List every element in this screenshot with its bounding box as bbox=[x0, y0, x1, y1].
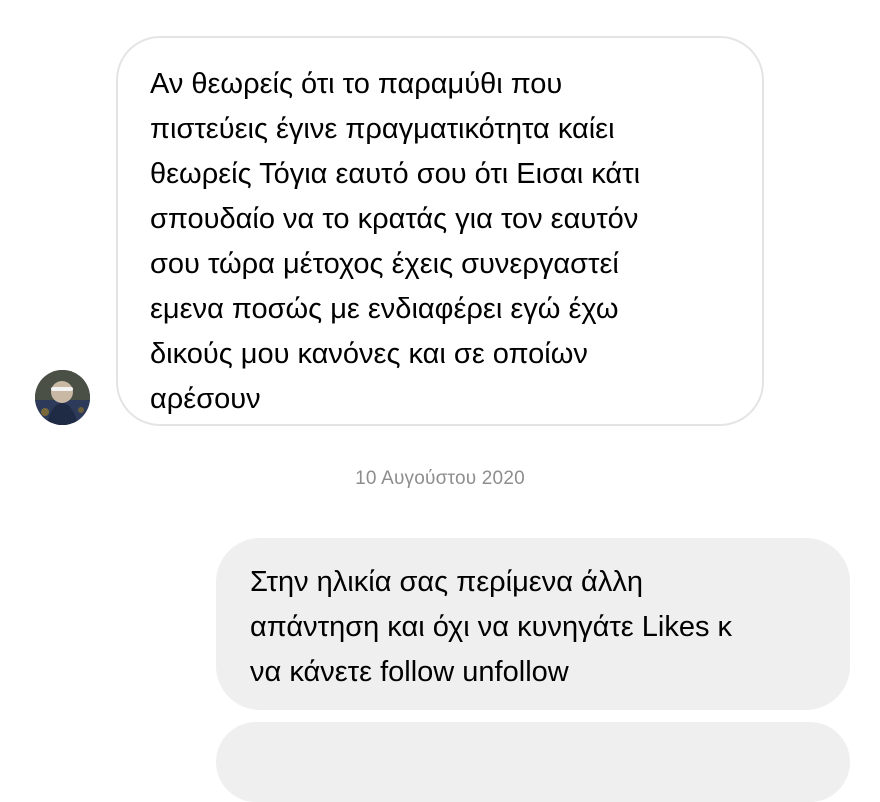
incoming-message-bubble[interactable]: Αν θεωρείς ότι το παραμύθι που πιστεύεις… bbox=[116, 36, 764, 426]
incoming-message-text: Αν θεωρείς ότι το παραμύθι που πιστεύεις… bbox=[150, 62, 740, 422]
outgoing-message-bubble-partial[interactable] bbox=[216, 722, 850, 802]
outgoing-message-text: Στην ηλικία σας περίμενα άλλη απάντηση κ… bbox=[250, 560, 830, 695]
incoming-message-line: αρέσουν bbox=[150, 383, 261, 415]
outgoing-message-line: Στην ηλικία σας περίμενα άλλη bbox=[250, 566, 643, 598]
outgoing-message-bubble[interactable]: Στην ηλικία σας περίμενα άλλη απάντηση κ… bbox=[216, 538, 850, 710]
incoming-message-line: θεωρείς Τόγια εαυτό σου ότι Εισαι κάτι bbox=[150, 158, 641, 190]
incoming-message-line: Αν θεωρείς ότι το παραμύθι που bbox=[150, 68, 563, 100]
incoming-message-line: σπουδαίο να το κρατάς για τον εαυτόν bbox=[150, 203, 639, 235]
incoming-message-line: δικούς μου κανόνες και σε οποίων bbox=[150, 338, 588, 370]
sender-avatar[interactable] bbox=[35, 370, 90, 425]
date-divider: 10 Αυγούστου 2020 bbox=[355, 468, 525, 489]
outgoing-message-line: να κάνετε follow unfollow bbox=[250, 656, 569, 688]
incoming-message-line: πιστεύεις έγινε πραγματικότητα καίει bbox=[150, 113, 615, 145]
outgoing-message-line: απάντηση και όχι να κυνηγάτε Likes κ bbox=[250, 611, 733, 643]
avatar-image bbox=[35, 370, 90, 425]
incoming-message-line: σου τώρα μέτοχος έχεις συνεργαστεί bbox=[150, 248, 619, 280]
incoming-message-line: εμενα ποσώς με ενδιαφέρει εγώ έχω bbox=[150, 293, 619, 325]
